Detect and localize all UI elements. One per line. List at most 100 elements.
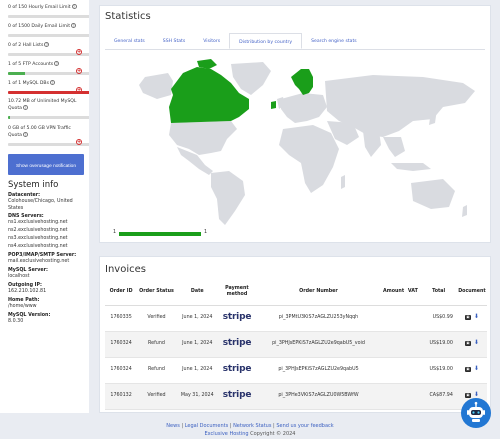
header-vat: VAT (405, 279, 421, 306)
footer-links: News | Legal Documents | Network Status … (0, 422, 500, 430)
quota-progress-bar (8, 15, 89, 18)
invoice-vat (405, 331, 421, 358)
legend-gradient (119, 232, 201, 236)
header-order-status: Order Status (137, 279, 176, 306)
statistics-title: Statistics (105, 11, 151, 22)
world-map (113, 59, 483, 229)
tab-distribution-by-country[interactable]: Distribution by country (229, 33, 303, 49)
stripe-logo: stripe (222, 363, 252, 374)
country-ireland (271, 101, 276, 109)
footer-link-legal[interactable]: Legal Documents (185, 423, 229, 429)
statistics-tabs: General stats SSH Stats Visitors Distrib… (105, 33, 485, 50)
quota-label: 0 of 150 Hourly Email Limit? (8, 4, 77, 10)
invoice-amount (381, 331, 406, 358)
footer-link-network-status[interactable]: Network Status (233, 423, 271, 429)
help-icon[interactable]: ? (22, 105, 28, 110)
invoice-status: Verified (137, 383, 176, 410)
system-info-title: System info (8, 180, 59, 190)
stripe-logo: stripe (222, 389, 252, 400)
invoice-vat (405, 383, 421, 410)
invoices-body: 1760335 Verified June 1, 2024 stripe pi_3PMt… (105, 305, 487, 410)
view-invoice-icon[interactable]: ▣ (464, 392, 471, 398)
help-icon[interactable]: ? (49, 80, 55, 85)
footer-brand-link[interactable]: Exclusive Hosting (204, 431, 248, 437)
invoice-order-id: 1760324 (105, 331, 138, 358)
invoice-row: 1760335 Verified June 1, 2024 stripe pi_3PMt… (105, 305, 487, 332)
download-icon[interactable]: ⬇ (474, 365, 479, 373)
help-icon[interactable]: ? (54, 61, 60, 66)
invoice-document: ▣ ⬇ (456, 357, 487, 384)
invoice-date: June 1, 2024 (175, 331, 219, 358)
invoice-payment-method: stripe (218, 305, 256, 332)
invoices-panel: Invoices Order ID Order Status Date Paym… (99, 256, 491, 413)
quota-item: 0 of 1500 Daily Email Limit? (8, 21, 89, 40)
invoice-order-id: 1760335 (105, 305, 138, 332)
quota-progress-fill (8, 72, 25, 75)
world-map-svg (139, 59, 475, 225)
invoices-header-row: Order ID Order Status Date Payment metho… (105, 279, 487, 306)
invoice-order-number: pi_3PHe3VKiS7zAGLZU0W5BWfW (255, 383, 382, 410)
header-payment-method: Payment method (218, 279, 256, 306)
header-total: Total (420, 279, 457, 306)
quota-label: 10.72 MB of Unlimited MySQL Quota? (8, 99, 77, 111)
footer-link-news[interactable]: News (166, 423, 180, 429)
invoice-total: US$19.00 (420, 357, 457, 384)
help-icon[interactable]: ? (22, 132, 28, 137)
quota-label: 0 GB of 5.00 GB VPN Traffic Quota? (8, 126, 71, 138)
footer-link-feedback[interactable]: Send us your feedback (276, 423, 333, 429)
home-path-value: /home/www (8, 304, 37, 309)
view-invoice-icon[interactable]: ▣ (464, 340, 471, 346)
invoice-payment-method: stripe (218, 383, 256, 410)
statistics-panel: Statistics General stats SSH Stats Visit… (99, 5, 491, 243)
download-icon[interactable]: ⬇ (474, 339, 479, 347)
quota-label: 0 of 2 Hall Lists? (8, 42, 50, 48)
dns-server: ns1.exclusivehosting.net (8, 220, 68, 225)
invoice-row: 1760324 Refund June 1, 2024 stripe pi_3PHJsE… (105, 331, 487, 358)
invoice-document: ▣ ⬇ (456, 331, 487, 358)
quota-item: 0 of 2 Hall Lists? + (8, 40, 89, 59)
invoice-row: 1760132 Verified May 31, 2024 stripe pi_3PHe… (105, 383, 487, 410)
header-date: Date (175, 279, 219, 306)
download-icon[interactable]: ⬇ (474, 313, 479, 321)
datacenter-value: Colohouse/Chicago, United States (8, 199, 73, 211)
legend-max-value: 1 (204, 230, 208, 235)
invoices-table: Order ID Order Status Date Payment metho… (105, 279, 487, 410)
footer-copyright: Copyright © 2024 (250, 431, 296, 437)
quota-label: 0 of 1500 Daily Email Limit? (8, 23, 77, 29)
invoice-payment-method: stripe (218, 357, 256, 384)
quota-progress-bar (8, 34, 89, 37)
header-document: Document (456, 279, 487, 306)
tab-ssh-stats[interactable]: SSH Stats (154, 33, 194, 49)
tab-search-engine-stats[interactable]: Search engine stats (302, 33, 366, 49)
invoice-order-id: 1760324 (105, 357, 138, 384)
add-quota-icon[interactable]: + (76, 87, 82, 93)
show-overusage-button[interactable]: Show overusage notification (8, 154, 84, 175)
help-icon[interactable]: ? (44, 42, 50, 47)
view-invoice-icon[interactable]: ▣ (464, 314, 471, 320)
stripe-logo: stripe (222, 337, 252, 348)
dns-server: ns4.exclusivehosting.net (8, 244, 68, 249)
invoice-status: Verified (137, 305, 176, 332)
invoice-payment-method: stripe (218, 331, 256, 358)
add-quota-icon[interactable]: + (76, 68, 82, 74)
invoice-date: May 31, 2024 (175, 383, 219, 410)
mysql-version-value: 8.0.30 (8, 319, 24, 324)
chat-bot-button[interactable] (461, 398, 491, 428)
add-quota-icon[interactable]: + (76, 139, 82, 145)
invoice-row: 1760324 Refund June 1, 2024 stripe pi_3PHJsE… (105, 357, 487, 384)
sidebar: 0 of 150 Hourly Email Limit? 0 of 1500 Da… (0, 0, 89, 413)
invoice-amount (381, 383, 406, 410)
invoice-vat (405, 357, 421, 384)
tab-general-stats[interactable]: General stats (105, 33, 154, 49)
quota-item: 1 of 5 FTP Accounts? + (8, 59, 89, 78)
view-invoice-icon[interactable]: ▣ (464, 366, 471, 372)
header-amount: Amount (381, 279, 406, 306)
add-quota-icon[interactable]: + (76, 49, 82, 55)
country-scandinavia (291, 69, 313, 95)
mysql-server-value: localhost (8, 274, 30, 279)
help-icon[interactable]: ? (71, 23, 77, 28)
invoice-order-number: pi_3PHJsEPKiS7zAGLZU2e9qabU5 (255, 357, 382, 384)
tab-visitors[interactable]: Visitors (194, 33, 229, 49)
quota-progress-bar (8, 116, 89, 119)
help-icon[interactable]: ? (71, 4, 77, 9)
